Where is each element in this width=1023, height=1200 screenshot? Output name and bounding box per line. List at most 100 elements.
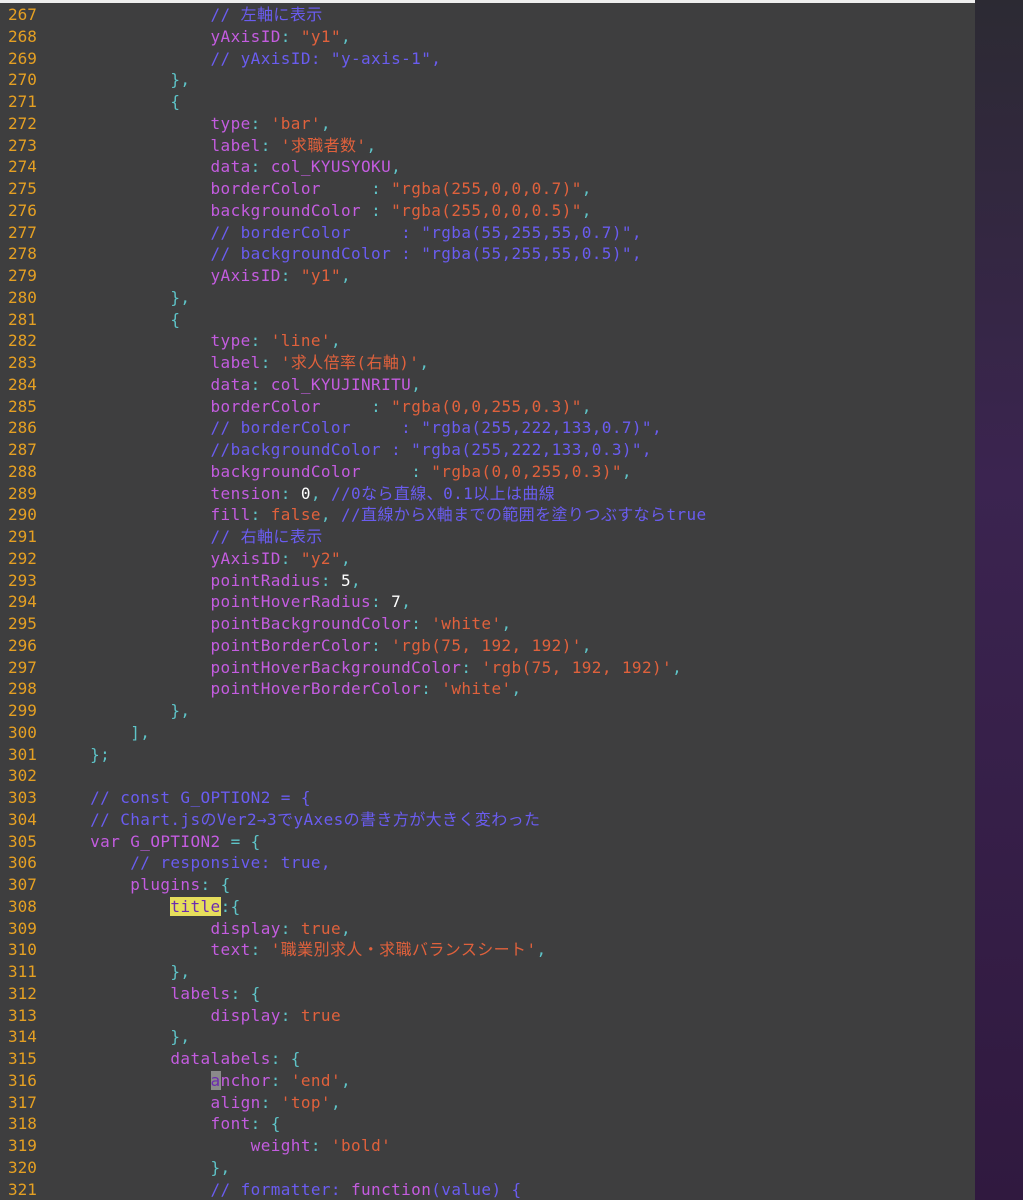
code-line[interactable]: 280 }, — [0, 287, 975, 309]
line-number: 285 — [8, 396, 37, 416]
code-line[interactable]: 319 weight: 'bold' — [0, 1135, 975, 1157]
code-text: pointHoverRadius: 7, — [50, 591, 411, 613]
code-line[interactable]: 308 title:{ — [0, 896, 975, 918]
code-line[interactable]: 295 pointBackgroundColor: 'white', — [0, 613, 975, 635]
code-token: : { — [230, 983, 261, 1003]
code-line[interactable]: 277 // borderColor : "rgba(55,255,55,0.7… — [0, 222, 975, 244]
code-line[interactable]: 276 backgroundColor : "rgba(255,0,0,0.5)… — [0, 200, 975, 222]
line-number: 308 — [8, 896, 37, 916]
code-text: // yAxisID: "y-axis-1", — [50, 48, 441, 70]
code-text: font: { — [50, 1113, 281, 1135]
code-token: : — [250, 505, 271, 525]
code-line[interactable]: 290 fill: false, //直線からX軸までの範囲を塗りつぶすならtr… — [0, 504, 975, 526]
code-line[interactable]: 316 anchor: 'end', — [0, 1070, 975, 1092]
code-line[interactable]: 287 //backgroundColor : "rgba(255,222,13… — [0, 439, 975, 461]
code-token: : — [250, 940, 271, 960]
code-line[interactable]: 284 data: col_KYUJINRITU, — [0, 374, 975, 396]
code-token: "rgba(255,0,0,0.7)" — [391, 179, 582, 198]
code-token: // responsive: true, — [50, 853, 331, 873]
code-token: , — [401, 592, 412, 612]
line-number: 279 — [8, 266, 37, 285]
line-number: 273 — [8, 135, 37, 155]
code-line[interactable]: 291 // 右軸に表示 — [0, 526, 975, 548]
code-line[interactable]: 292 yAxisID: "y2", — [0, 548, 975, 570]
line-number: 286 — [8, 418, 37, 438]
code-line[interactable]: 267 // 左軸に表示 — [0, 4, 975, 26]
code-line[interactable]: 283 label: '求人倍率(右軸)', — [0, 352, 975, 374]
code-line[interactable]: 304 // Chart.jsのVer2→3でyAxesの書き方が大きく変わった — [0, 809, 975, 831]
code-token: yAxisID — [50, 26, 281, 46]
code-line[interactable]: 278 // backgroundColor : "rgba(55,255,55… — [0, 243, 975, 265]
code-line[interactable]: 313 display: true — [0, 1005, 975, 1027]
code-line[interactable]: 281 { — [0, 309, 975, 331]
code-line[interactable]: 274 data: col_KYUSYOKU, — [0, 156, 975, 178]
code-editor[interactable]: 267 // 左軸に表示 268 yAxisID: "y1", 269 // yAx… — [0, 0, 1023, 1200]
code-text: label: '求人倍率(右軸)', — [50, 352, 429, 374]
code-line[interactable]: 320 }, — [0, 1157, 975, 1179]
code-token: 'white' — [431, 614, 502, 633]
line-number: 299 — [8, 701, 37, 720]
code-line[interactable]: 300 ], — [0, 722, 975, 744]
code-line[interactable]: 299 }, — [0, 700, 975, 722]
code-text: // borderColor : "rgba(255,222,133,0.7)"… — [50, 417, 662, 439]
code-line[interactable]: 298 pointHoverBorderColor: 'white', — [0, 678, 975, 700]
window-top-border — [0, 0, 1023, 3]
code-line[interactable]: 285 borderColor : "rgba(0,0,255,0.3)", — [0, 396, 975, 418]
code-line[interactable]: 282 type: 'line', — [0, 330, 975, 352]
code-line[interactable]: 270 }, — [0, 69, 975, 91]
code-area[interactable]: 267 // 左軸に表示 268 yAxisID: "y1", 269 // yAx… — [0, 4, 975, 1200]
code-line[interactable]: 268 yAxisID: "y1", — [0, 26, 975, 48]
code-line[interactable]: 279 yAxisID: "y1", — [0, 265, 975, 287]
code-token: , — [320, 113, 331, 133]
code-token: : — [411, 614, 432, 633]
code-line[interactable]: 315 datalabels: { — [0, 1048, 975, 1070]
code-token: , — [341, 1070, 352, 1090]
code-line[interactable]: 273 label: '求職者数', — [0, 135, 975, 157]
code-line[interactable]: 302 — [0, 765, 975, 787]
code-line[interactable]: 286 // borderColor : "rgba(255,222,133,0… — [0, 417, 975, 439]
code-line[interactable]: 297 pointHoverBackgroundColor: 'rgb(75, … — [0, 657, 975, 679]
code-line[interactable]: 303 // const G_OPTION2 = { — [0, 787, 975, 809]
code-token: // borderColor : "rgba(255,222,133,0.7)"… — [50, 418, 663, 438]
code-line[interactable]: 275 borderColor : "rgba(255,0,0,0.7)", — [0, 178, 975, 200]
code-line[interactable]: 294 pointHoverRadius: 7, — [0, 591, 975, 613]
code-token: // backgroundColor : "rgba(55,255,55,0.5… — [50, 244, 642, 264]
code-token: }, — [50, 1157, 231, 1177]
line-number: 316 — [8, 1070, 37, 1090]
code-text: pointHoverBackgroundColor: 'rgb(75, 192,… — [50, 657, 682, 679]
code-line[interactable]: 309 display: true, — [0, 918, 975, 940]
code-line[interactable]: 307 plugins: { — [0, 874, 975, 896]
code-line[interactable]: 311 }, — [0, 961, 975, 983]
code-line[interactable]: 318 font: { — [0, 1113, 975, 1135]
code-token: : — [280, 918, 301, 938]
code-token: , — [511, 679, 522, 699]
line-number: 290 — [8, 505, 37, 525]
line-number: 287 — [8, 440, 37, 459]
code-line[interactable]: 321 // formatter: function(value) { — [0, 1179, 975, 1200]
code-line[interactable]: 296 pointBorderColor: 'rgb(75, 192, 192)… — [0, 635, 975, 657]
code-line[interactable]: 306 // responsive: true, — [0, 852, 975, 874]
code-line[interactable]: 269 // yAxisID: "y-axis-1", — [0, 48, 975, 70]
code-token: : — [411, 461, 432, 481]
code-line[interactable]: 314 }, — [0, 1026, 975, 1048]
code-text: pointBackgroundColor: 'white', — [50, 613, 512, 635]
code-line[interactable]: 293 pointRadius: 5, — [0, 570, 975, 592]
line-number: 303 — [8, 788, 37, 807]
code-token: , — [581, 635, 592, 655]
code-line[interactable]: 305 var G_OPTION2 = { — [0, 831, 975, 853]
code-token: nchor — [220, 1070, 271, 1090]
code-line[interactable]: 301 }; — [0, 744, 975, 766]
code-token: : — [280, 266, 301, 285]
code-token: }; — [50, 744, 111, 764]
code-line[interactable]: 317 align: 'top', — [0, 1092, 975, 1114]
code-token: 'rgb(75, 192, 192)' — [391, 635, 582, 655]
code-line[interactable]: 310 text: '職業別求人・求職バランスシート', — [0, 939, 975, 961]
code-line[interactable]: 272 type: 'bar', — [0, 113, 975, 135]
code-line[interactable]: 289 tension: 0, //0なら直線、0.1以上は曲線 — [0, 483, 975, 505]
code-line[interactable]: 288 backgroundColor : "rgba(0,0,255,0.3)… — [0, 461, 975, 483]
code-token: : — [280, 1005, 301, 1025]
code-line[interactable]: 271 { — [0, 91, 975, 113]
code-line[interactable]: 312 labels: { — [0, 983, 975, 1005]
code-token: weight — [50, 1136, 311, 1155]
